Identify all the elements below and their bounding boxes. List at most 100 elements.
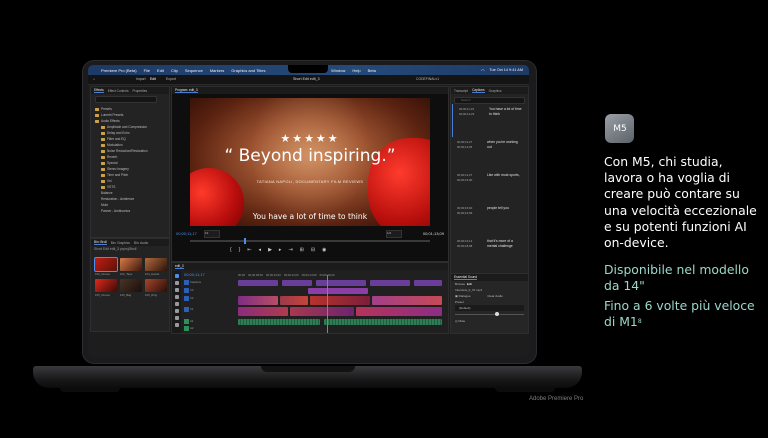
- caption-item[interactable]: 00;00;16;14 00;00;18;08 that it's more o…: [451, 236, 528, 269]
- menu-clip[interactable]: Clip: [171, 68, 178, 73]
- menu-markers[interactable]: Markers: [210, 68, 224, 73]
- type-tool-icon[interactable]: [174, 323, 179, 327]
- timeline-tab[interactable]: edit_3: [175, 264, 184, 269]
- menu-sequence[interactable]: Sequence: [185, 68, 203, 73]
- track-header-a2[interactable]: A2: [184, 326, 236, 332]
- menu-file[interactable]: File: [144, 68, 150, 73]
- menu-app-name[interactable]: Premiere Pro (Beta): [101, 68, 137, 73]
- tab-export[interactable]: Export: [166, 77, 176, 81]
- monitor-scrubber[interactable]: [190, 238, 430, 244]
- overwrite-icon[interactable]: ⊟: [311, 247, 315, 253]
- tab-bin-broll[interactable]: Bin: Broll: [94, 240, 107, 245]
- tab-edit[interactable]: Edit: [150, 77, 156, 81]
- caption-clip[interactable]: [238, 280, 278, 286]
- title-clip[interactable]: [308, 288, 368, 294]
- menubar-clock[interactable]: Tue Oct 14 9:41 AM: [489, 68, 523, 72]
- tab-import[interactable]: Import: [136, 77, 146, 81]
- timeline-timecode[interactable]: 00;00;11;17: [184, 272, 205, 277]
- video-clip[interactable]: [310, 296, 370, 305]
- essential-sound-panel: Essential Sound Browse Edit Interview_0_…: [450, 273, 529, 334]
- video-clip[interactable]: [238, 296, 278, 305]
- scrubber-playhead[interactable]: [244, 238, 246, 244]
- menu-beta[interactable]: Beta: [368, 68, 376, 73]
- track-header-a1[interactable]: A1: [184, 319, 236, 325]
- playhead-timecode[interactable]: 00;00;11;17: [176, 231, 197, 236]
- track-header-v3[interactable]: V3: [184, 288, 236, 294]
- bin-clip[interactable]: 105_Gloves: [95, 279, 117, 297]
- bin-clip[interactable]: 109_Ring: [145, 279, 167, 297]
- tab-browse[interactable]: Browse: [455, 282, 465, 286]
- caption-clip[interactable]: [370, 280, 410, 286]
- video-clip[interactable]: [280, 296, 308, 305]
- track-header-v2[interactable]: V2: [184, 296, 236, 302]
- track-header-captions[interactable]: Captions: [184, 280, 236, 286]
- video-clip[interactable]: [290, 307, 354, 316]
- go-to-out-icon[interactable]: ⇥: [288, 247, 292, 253]
- footnote-mark[interactable]: 8: [638, 318, 642, 325]
- tab-bin-audio[interactable]: Bin: Audio: [134, 241, 148, 245]
- caption-item[interactable]: 00;00;15;00 00;00;16;09 people tell you: [451, 203, 528, 236]
- caption-clip[interactable]: [414, 280, 442, 286]
- menu-edit[interactable]: Edit: [157, 68, 164, 73]
- caption-item[interactable]: 00;00;11;15 00;00;12;23 You have a lot o…: [452, 104, 528, 137]
- home-icon[interactable]: ⌂: [93, 77, 95, 81]
- tab-edit-sound[interactable]: Edit: [467, 282, 472, 286]
- mark-out-icon[interactable]: }: [239, 247, 241, 253]
- tab-graphics[interactable]: Graphics: [489, 89, 502, 93]
- fit-dropdown[interactable]: Fit: [204, 230, 220, 238]
- tab-captions[interactable]: Captions: [472, 88, 485, 93]
- preset-dropdown[interactable]: (Default): [455, 305, 524, 311]
- go-to-in-icon[interactable]: ⇤: [247, 247, 251, 253]
- slider-knob[interactable]: [495, 312, 499, 316]
- caption-clip[interactable]: [282, 280, 312, 286]
- caption-clip[interactable]: [316, 280, 366, 286]
- effects-search-input[interactable]: [95, 96, 157, 103]
- bin-clip[interactable]: 104_Hands: [145, 258, 167, 276]
- timeline-playhead[interactable]: [327, 275, 328, 333]
- tab-effects[interactable]: Effects: [94, 88, 104, 93]
- video-frame[interactable]: ★★★★★ “ Beyond inspiring.” TATIANA NAPOL…: [190, 98, 430, 226]
- video-clip[interactable]: [372, 296, 442, 305]
- video-clip[interactable]: [356, 307, 442, 316]
- caption-item[interactable]: 00;00;14;27 00;00;15;00 Like with most s…: [451, 170, 528, 203]
- program-monitor-title[interactable]: Program: edit_3: [175, 88, 198, 93]
- pen-tool-icon[interactable]: [174, 309, 179, 313]
- tab-bin-graphics[interactable]: Bin: Graphics: [111, 241, 130, 245]
- step-forward-icon[interactable]: ▸: [279, 247, 282, 253]
- menu-help[interactable]: Help: [352, 68, 360, 73]
- bin-clip[interactable]: 102_Tape: [120, 258, 142, 276]
- slip-tool-icon[interactable]: [174, 302, 179, 306]
- essential-sound-title[interactable]: Essential Sound: [454, 275, 478, 280]
- workspace-label[interactable]: CODEFINALv1: [416, 77, 439, 81]
- razor-tool-icon[interactable]: [174, 295, 179, 299]
- wifi-icon[interactable]: ◠: [481, 68, 484, 73]
- mute-toggle[interactable]: ◎ Mute: [451, 318, 528, 324]
- selection-tool-icon[interactable]: [174, 274, 179, 278]
- track-select-icon[interactable]: [174, 281, 179, 285]
- mark-in-icon[interactable]: {: [230, 247, 232, 253]
- tab-properties[interactable]: Properties: [133, 89, 148, 93]
- bin-clip[interactable]: 100_Gloves: [94, 257, 118, 276]
- audio-clip[interactable]: [238, 319, 320, 325]
- insert-icon[interactable]: ⊞: [300, 247, 304, 253]
- menu-window[interactable]: Window: [331, 68, 345, 73]
- laptop-foot-left: [60, 388, 120, 392]
- captions-search-input[interactable]: Search: [454, 97, 525, 104]
- caption-item[interactable]: 00;00;12;27 00;00;14;25 when you're work…: [451, 137, 528, 170]
- tab-transcript[interactable]: Transcript: [454, 89, 468, 93]
- menu-graphics[interactable]: Graphics and Titles: [231, 68, 265, 73]
- ripple-edit-icon[interactable]: [174, 288, 179, 292]
- hand-tool-icon[interactable]: [174, 316, 179, 320]
- export-frame-icon[interactable]: ◉: [322, 247, 326, 253]
- video-clip[interactable]: [238, 307, 288, 316]
- track-header-v1[interactable]: V1: [184, 307, 236, 313]
- resolution-dropdown[interactable]: 1/2: [386, 230, 402, 238]
- bin-clip[interactable]: 106_Bag: [120, 279, 142, 297]
- timeline-ruler[interactable]: 00;00 00;00;08;00 00;00;10;00 00;00;12;0…: [238, 273, 444, 278]
- tab-effect-controls[interactable]: Effect Controls: [108, 89, 129, 93]
- play-icon[interactable]: ▶: [268, 247, 272, 253]
- step-back-icon[interactable]: ◂: [259, 247, 262, 253]
- tree-item[interactable]: Panner - Ambisonics: [95, 208, 165, 214]
- audio-clip[interactable]: [324, 319, 442, 325]
- volume-slider[interactable]: [455, 312, 524, 316]
